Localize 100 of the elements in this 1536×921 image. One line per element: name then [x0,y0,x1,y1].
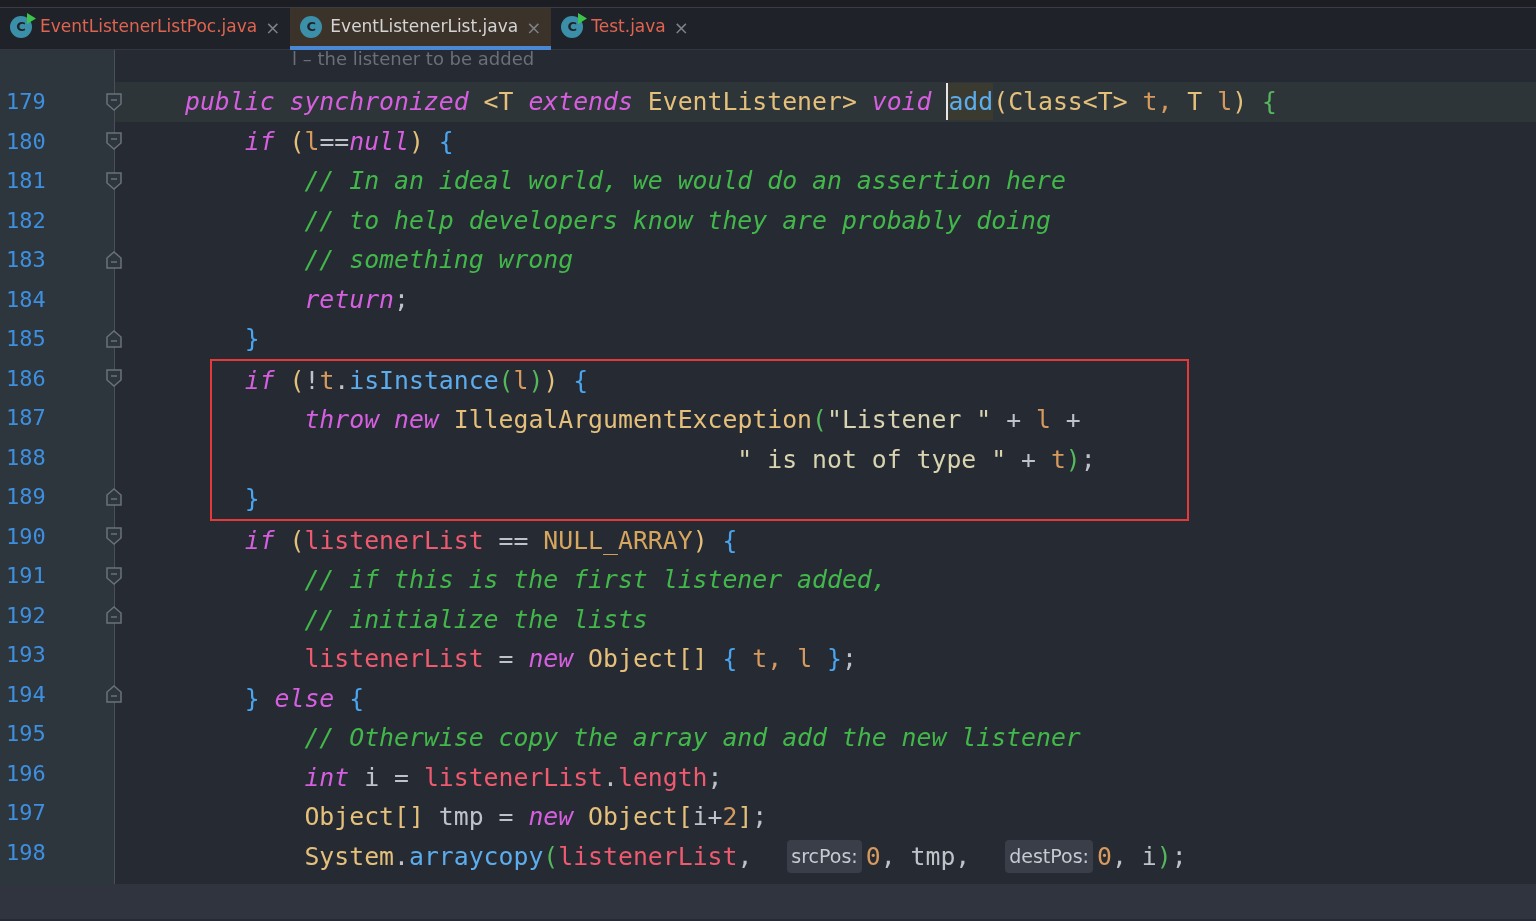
close-icon[interactable]: × [673,13,689,41]
code-token: T [1187,86,1204,119]
code-token: l [1217,86,1233,119]
code-token: ( [543,840,559,873]
fold-end-icon[interactable] [105,249,123,270]
code-token: == [319,125,350,158]
code-token: } [243,323,260,356]
code-token: [] [394,801,425,834]
code-token: i = [364,761,410,794]
fold-collapse-icon[interactable] [105,526,123,547]
close-icon[interactable]: × [265,13,281,41]
code-token: // Otherwise copy the array and add the new listener [303,722,1081,755]
code-token: + [1064,404,1081,437]
line-number: 192 [5,601,46,630]
file-tab[interactable]: C Test.java × [551,8,699,50]
code-token: + [1020,443,1037,476]
code-token: { [349,682,365,715]
code-token: T [498,86,515,119]
code-token: ; [1080,443,1096,476]
fold-end-icon[interactable] [105,605,123,626]
code-token: [ [677,801,693,834]
code-token: ) [543,364,560,397]
code-token: length [617,761,708,794]
code-token: . [603,761,618,794]
line-number: 179 [5,88,46,117]
code-token: l [1036,404,1051,437]
code-token: [] [677,643,709,676]
code-token: NULL_ARRAY [543,524,693,557]
code-token: = [497,643,515,676]
line-number: 180 [5,127,46,156]
line-number: 182 [5,206,46,235]
fold-collapse-icon[interactable] [105,170,123,191]
line-number: 193 [5,641,46,670]
fold-collapse-icon[interactable] [105,368,123,389]
code-token: Object [588,643,678,676]
parameter-hint: srcPos: [787,840,862,873]
fold-end-icon[interactable] [105,486,123,507]
code-token: null [349,125,409,158]
code-token: } [827,643,842,676]
code-token: listenerList [304,524,484,557]
code-token: == [497,524,530,557]
code-token: ) [692,524,709,557]
code-token: // to help developers know they are probably doing [303,204,1051,237]
code-token: // initialize the lists [303,603,648,636]
fold-collapse-icon[interactable] [105,565,123,586]
code-token: IllegalArgumentException [453,404,813,437]
line-number: 185 [5,325,46,354]
code-token: if [243,125,276,158]
code-token: , i [1111,840,1157,873]
code-token: EventListener> [647,86,858,119]
code-token: ; [752,801,768,834]
code-token: + [1005,404,1023,437]
fold-collapse-icon[interactable] [105,91,123,112]
code-token: else [274,682,336,715]
code-token: " is not of type " [736,443,1007,476]
code-token: "Listener " [826,404,992,437]
line-number: 186 [5,364,46,393]
code-token: i+ [692,801,723,834]
code-token: Object [303,801,394,834]
code-token: ( [289,524,305,557]
line-number: 195 [5,720,46,749]
code-token: . [394,840,409,873]
code-token: ; [394,283,409,316]
code-token: 0 [1097,840,1112,873]
file-tab[interactable]: C EventListenerListPoc.java × [0,8,291,50]
code-token: int [303,761,351,794]
code-token: 0 [865,840,881,873]
doc-hint-text: l – the listener to be added [292,50,535,68]
code-token: ; [1171,840,1187,873]
fold-end-icon[interactable] [105,684,123,705]
code-token: { [573,364,589,397]
code-token: , tmp, [880,840,972,873]
code-token: t, [1142,86,1174,119]
line-number: 181 [5,167,46,196]
line-number: 190 [5,522,46,551]
file-tab[interactable]: C EventListenerList.java × [290,8,552,50]
line-number: 184 [5,285,46,314]
code-token: tmp = [438,801,515,834]
code-token: if [243,364,276,397]
code-token: . [334,364,350,397]
fold-collapse-icon[interactable] [105,131,123,152]
fold-end-icon[interactable] [105,328,123,349]
code-token: { [722,643,739,676]
code-token: Class<T> [1008,86,1129,119]
code-token: listenerList [423,761,604,794]
code-token: { [722,524,738,557]
code-token: ! [304,364,320,397]
code-token: // if this is the first listener added, [303,564,887,597]
code-token: ] [737,801,753,834]
line-number: 183 [5,246,46,275]
line-number: 187 [5,404,46,433]
code-token: extends [528,86,634,119]
code-token: { [1262,86,1277,119]
code-token: ( [993,86,1009,119]
code-token: System [303,840,394,873]
line-number: 197 [5,799,46,828]
code-token: Object [588,801,678,834]
line-number: 196 [5,759,46,788]
code-token: t, [752,643,784,676]
close-icon[interactable]: × [526,13,542,41]
